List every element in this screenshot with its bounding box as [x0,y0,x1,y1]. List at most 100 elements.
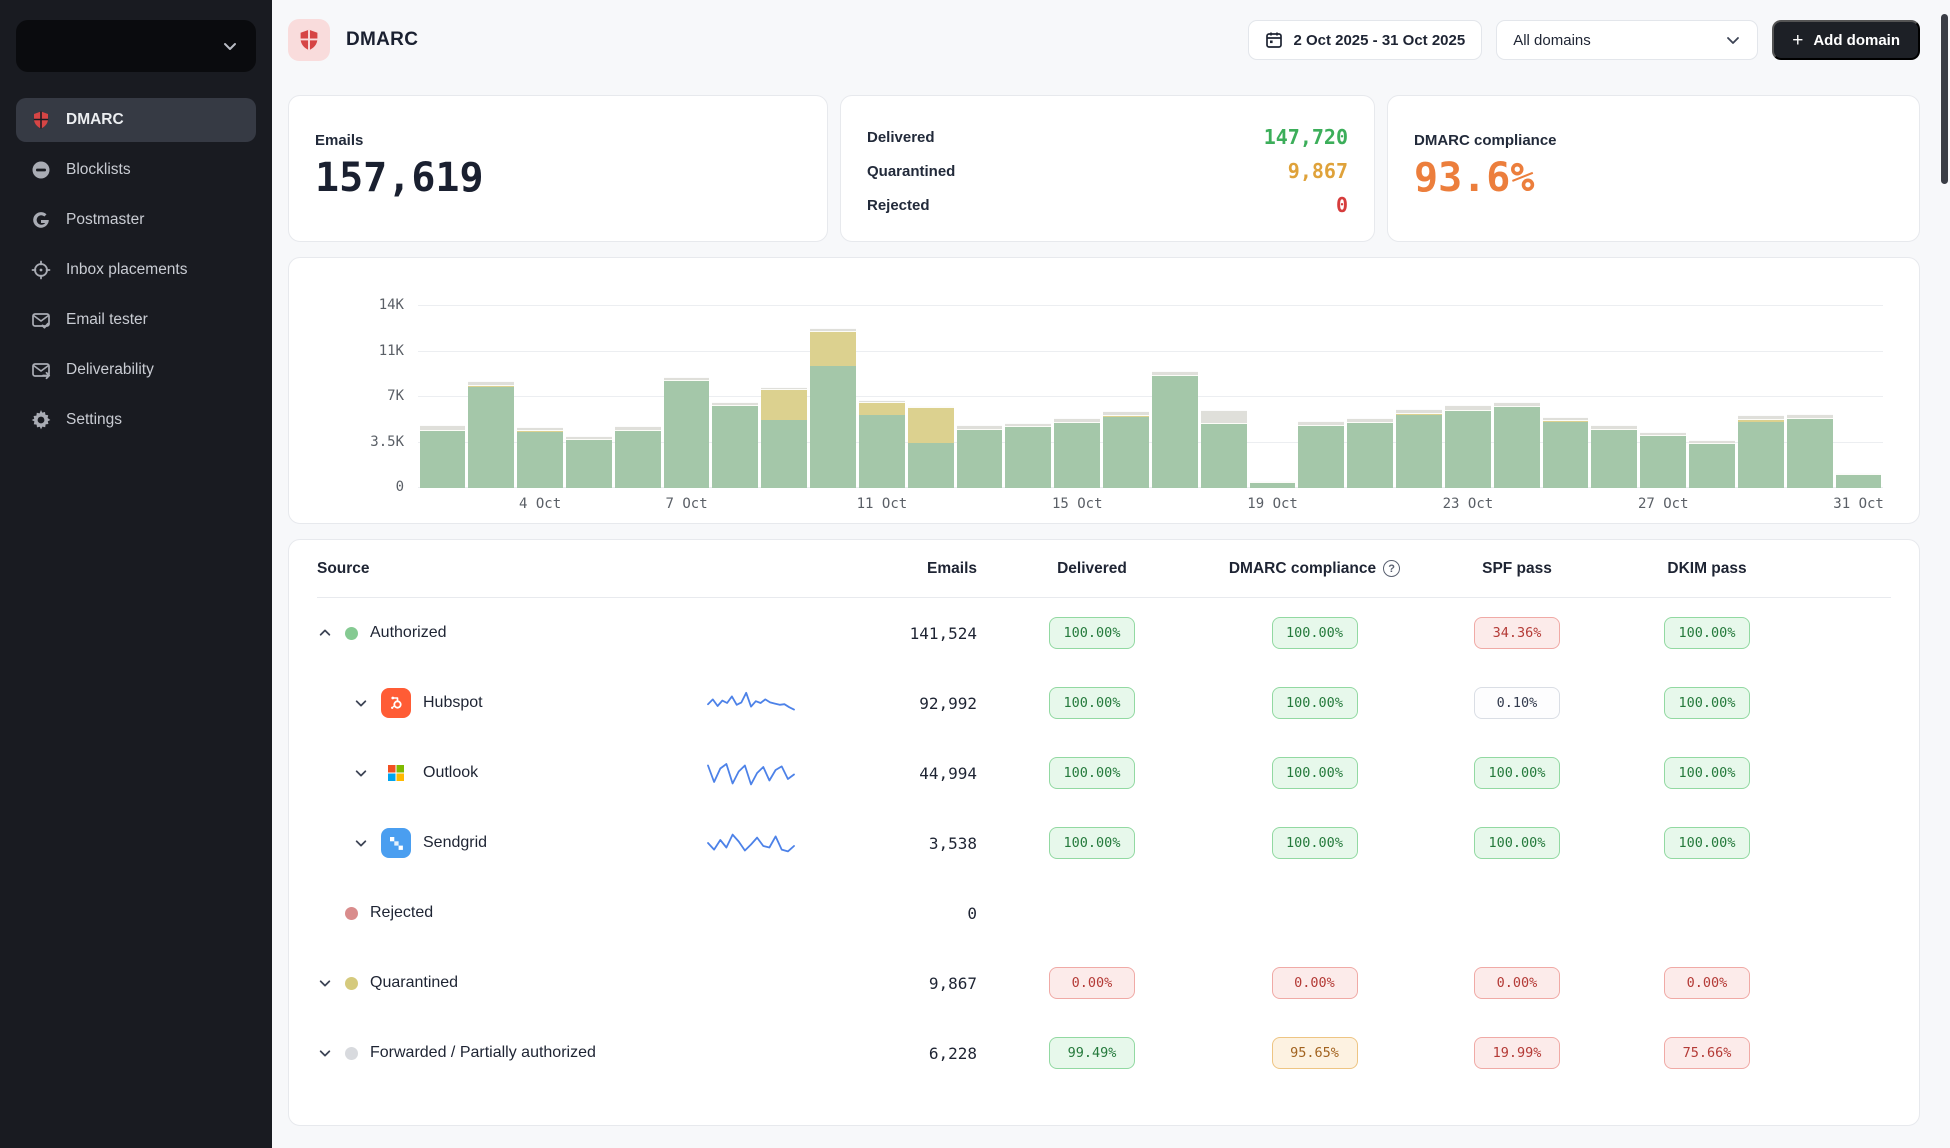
bar-28-oct[interactable] [1688,306,1737,488]
expand-chevron-icon[interactable] [317,975,333,991]
dmarc-badge: 100.00% [1272,687,1358,719]
expand-chevron-icon[interactable] [317,1045,333,1061]
chevron-down-icon [222,38,238,54]
date-range-label: 2 Oct 2025 - 31 Oct 2025 [1293,32,1465,49]
bar-6-oct[interactable] [613,306,662,488]
bar-5-oct[interactable] [564,306,613,488]
x-axis-tick: 23 Oct [1443,496,1494,512]
google-g-icon [30,209,52,231]
sidebar-item-label: Blocklists [66,161,131,179]
emails-count: 141,524 [837,624,977,643]
bar-9-oct[interactable] [760,306,809,488]
help-icon[interactable]: ? [1383,560,1400,577]
sidebar-item-deliverability[interactable]: Deliverability [16,348,256,392]
bar-15-oct[interactable] [1053,306,1102,488]
x-axis-tick: 15 Oct [1052,496,1103,512]
bar-25-oct[interactable] [1541,306,1590,488]
segment-authorized [1347,423,1393,488]
bar-7-oct[interactable] [662,306,711,488]
bar-16-oct[interactable] [1102,306,1151,488]
domains-select[interactable]: All domains [1496,20,1758,60]
bar-2-oct[interactable] [418,306,467,488]
bar-30-oct[interactable] [1785,306,1834,488]
sidebar-item-dmarc[interactable]: DMARC [16,98,256,142]
sidebar: DMARC Blocklists Postmaster Inbox placem… [0,0,272,1148]
segment-authorized [1543,422,1589,488]
bar-24-oct[interactable] [1492,306,1541,488]
sidebar-item-blocklists[interactable]: Blocklists [16,148,256,192]
bar-18-oct[interactable] [1199,306,1248,488]
segment-authorized [1005,427,1051,488]
bar-3-oct[interactable] [467,306,516,488]
emails-label: Emails [315,132,801,149]
x-axis-tick: 4 Oct [519,496,561,512]
spf-badge: 100.00% [1474,757,1560,789]
delivered-badge: 100.00% [1049,757,1135,789]
bar-19-oct[interactable] [1248,306,1297,488]
bar-20-oct[interactable] [1297,306,1346,488]
collapse-chevron-icon[interactable] [317,625,333,641]
expand-chevron-icon[interactable] [353,765,369,781]
outlook-sparkline [705,755,797,791]
dkim-badge: 75.66% [1664,1037,1750,1069]
bar-31-oct[interactable] [1834,306,1883,488]
sidebar-item-postmaster[interactable]: Postmaster [16,198,256,242]
hubspot-sparkline [705,685,797,721]
workspace-selector[interactable] [16,20,256,72]
bar-13-oct[interactable] [955,306,1004,488]
segment-authorized [1103,417,1149,489]
bar-12-oct[interactable] [906,306,955,488]
spf-badge: 0.10% [1474,687,1560,719]
spf-badge: 19.99% [1474,1037,1560,1069]
segment-authorized [1591,430,1637,489]
quarantined-dot [345,977,358,990]
emails-card: Emails 157,619 [288,95,828,242]
rejected-label: Rejected [867,197,930,214]
emails-count: 44,994 [837,764,977,783]
sendgrid-icon [381,828,411,858]
plus-icon: + [1792,31,1803,50]
bar-11-oct[interactable] [857,306,906,488]
bar-8-oct[interactable] [711,306,760,488]
dmarc-compliance-label: DMARC compliance [1414,132,1893,149]
bar-10-oct[interactable] [809,306,858,488]
bar-14-oct[interactable] [1004,306,1053,488]
bar-23-oct[interactable] [1443,306,1492,488]
segment-quarantined [761,389,807,420]
date-range-button[interactable]: 2 Oct 2025 - 31 Oct 2025 [1248,20,1482,60]
bar-4-oct[interactable] [516,306,565,488]
sidebar-item-label: DMARC [66,111,124,129]
emails-count: 9,867 [837,974,977,993]
segment-authorized [566,440,612,488]
segment-quarantined [859,402,905,415]
sidebar-item-email-tester[interactable]: Email tester [16,298,256,342]
sidebar-item-label: Settings [66,411,122,429]
dkim-badge: 0.00% [1664,967,1750,999]
scrollbar-thumb[interactable] [1941,14,1948,184]
bar-27-oct[interactable] [1639,306,1688,488]
domains-selected-value: All domains [1513,32,1591,49]
spf-badge: 0.00% [1474,967,1560,999]
forwarded-dot [345,1047,358,1060]
add-domain-button[interactable]: + Add domain [1772,20,1920,60]
bar-29-oct[interactable] [1736,306,1785,488]
bar-17-oct[interactable] [1150,306,1199,488]
bar-26-oct[interactable] [1590,306,1639,488]
sidebar-item-settings[interactable]: Settings [16,398,256,442]
segment-authorized [1640,436,1686,488]
bar-22-oct[interactable] [1395,306,1444,488]
segment-authorized [1787,419,1833,488]
segment-authorized [761,420,807,488]
dmarc-badge: 100.00% [1272,617,1358,649]
expand-chevron-icon[interactable] [353,835,369,851]
bar-21-oct[interactable] [1346,306,1395,488]
emails-value: 157,619 [315,155,801,201]
expand-chevron-icon[interactable] [353,695,369,711]
x-axis-tick: 31 Oct [1833,496,1884,512]
stat-cards-row: Emails 157,619 Delivered 147,720 Quarant… [288,95,1920,242]
dmarc-compliance-card: DMARC compliance 93.6% [1387,95,1920,242]
x-axis-tick: 19 Oct [1247,496,1298,512]
table-row-outlook: Outlook 44,994 100.00% 100.00% 100.00% 1… [317,738,1891,808]
stacked-bar-chart[interactable]: 03.5K7K11K14K4 Oct7 Oct11 Oct15 Oct19 Oc… [418,306,1883,488]
sidebar-item-inbox-placements[interactable]: Inbox placements [16,248,256,292]
